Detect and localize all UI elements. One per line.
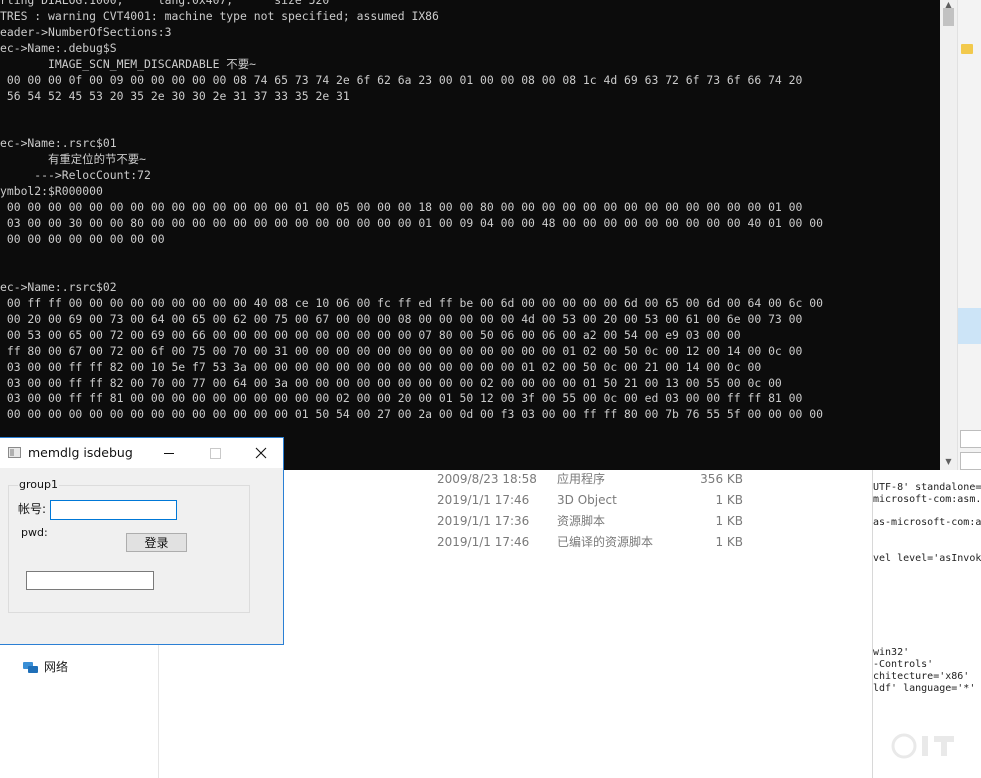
console-line: 00 ff ff 00 00 00 00 00 00 00 00 00 40 0… (0, 295, 823, 310)
console-line: ymbol2:$R000000 (0, 184, 103, 199)
console-line: 03 00 00 ff ff 82 00 10 5e f7 53 3a 00 0… (0, 359, 762, 374)
dialog-titlebar[interactable]: memdlg isdebug (0, 438, 283, 468)
file-size: 1 KB (715, 513, 743, 528)
dialog-title: memdlg isdebug (28, 445, 133, 460)
console-line: IMAGE_SCN_MEM_DISCARDABLE 不要~ (0, 56, 256, 71)
console-line: 00 20 00 69 00 73 00 64 00 65 00 62 00 7… (0, 311, 803, 326)
watermark-icon (891, 733, 954, 759)
nav-item-network-label: 网络 (44, 660, 69, 674)
editor-line: microsoft-com:asm.v (873, 493, 981, 505)
editor-line: ldf' language='*' , (873, 682, 981, 694)
console-line: 03 00 00 30 00 00 80 00 00 00 00 00 00 0… (0, 216, 823, 231)
file-date: 2009/8/23 18:58 (437, 471, 537, 486)
file-date: 2019/1/1 17:46 (437, 492, 530, 507)
file-type: 资源脚本 (557, 514, 606, 528)
network-icon (22, 660, 38, 674)
console-line: 00 00 00 0f 00 09 00 00 00 00 00 08 74 6… (0, 72, 803, 87)
console-line: rting DIALOG:1000, lang:0x407, size 520 (0, 0, 330, 7)
scroll-thumb[interactable] (943, 8, 954, 26)
file-size: 1 KB (715, 534, 743, 549)
close-icon (255, 447, 267, 459)
console-line: 03 00 00 ff ff 82 00 70 00 77 00 64 00 3… (0, 375, 782, 390)
console-line: 56 54 52 45 53 20 35 2e 30 30 2e 31 37 3… (0, 88, 350, 103)
console-line: ec->Name:.rsrc$01 (0, 136, 117, 151)
console-line: ec->Name:.debug$S (0, 40, 117, 55)
editor-line: vel level='asInvoke (873, 552, 981, 564)
console-line: eader->NumberOfSections:3 (0, 24, 172, 39)
console-line: 00 00 00 00 00 00 00 00 (0, 232, 165, 247)
console-line: 00 00 00 00 00 00 00 00 00 00 00 00 00 0… (0, 407, 823, 422)
app-window-icon (8, 447, 21, 458)
field-fragment (960, 452, 981, 470)
file-type: 已编译的资源脚本 (557, 535, 654, 549)
file-type: 3D Object (557, 492, 617, 507)
editor-line: chitecture='x86' (873, 670, 970, 682)
console-scrollbar[interactable]: ▲ ▼ (940, 0, 957, 470)
console-line: ff 80 00 67 00 72 00 6f 00 75 00 70 00 3… (0, 343, 803, 358)
console-line: 00 53 00 65 00 72 00 69 00 66 00 00 00 0… (0, 327, 741, 342)
file-size: 356 KB (700, 471, 743, 486)
editor-line: -Controls' (873, 659, 934, 670)
minimize-button[interactable] (146, 438, 192, 468)
editor-line: UTF-8' standalone= (873, 482, 981, 493)
maximize-button[interactable] (192, 438, 238, 468)
group-label: group1 (18, 478, 59, 491)
file-size: 1 KB (715, 492, 743, 507)
console-window[interactable]: rting DIALOG:1000, lang:0x407, size 520 T… (0, 0, 957, 470)
field-fragment (960, 430, 981, 448)
login-button[interactable]: 登录 (126, 533, 187, 552)
console-line: TRES : warning CVT4001: machine type not… (0, 8, 439, 23)
console-line: --->RelocCount:72 (0, 168, 151, 183)
editor-line: win32' (873, 647, 910, 659)
selected-row-fragment (958, 308, 981, 344)
account-label: 帐号: (18, 502, 47, 516)
file-type: 应用程序 (557, 472, 606, 486)
pwd-label: pwd: (21, 526, 48, 539)
editor-line: as-microsoft-com:as (873, 517, 981, 529)
console-line: ec->Name:.rsrc$02 (0, 279, 117, 294)
nav-item-network[interactable]: 网络 (22, 658, 68, 675)
console-line: 有重定位的节不要~ (0, 152, 146, 167)
account-input[interactable] (50, 500, 177, 520)
background-window-edge (957, 0, 981, 470)
close-button[interactable] (238, 438, 284, 468)
console-output: rting DIALOG:1000, lang:0x407, size 520 T… (0, 0, 940, 470)
console-line: 03 00 00 ff ff 81 00 00 00 00 00 00 00 0… (0, 391, 803, 406)
console-line: 00 00 00 00 00 00 00 00 00 00 00 00 00 0… (0, 200, 803, 215)
memdlg-dialog: memdlg isdebug group1 帐号: pwd: 登录 (0, 437, 284, 645)
scroll-down-arrow-icon[interactable]: ▼ (940, 456, 957, 468)
text-input[interactable] (26, 571, 154, 590)
file-date: 2019/1/1 17:46 (437, 534, 530, 549)
folder-icon (961, 44, 973, 54)
file-date: 2019/1/1 17:36 (437, 513, 530, 528)
